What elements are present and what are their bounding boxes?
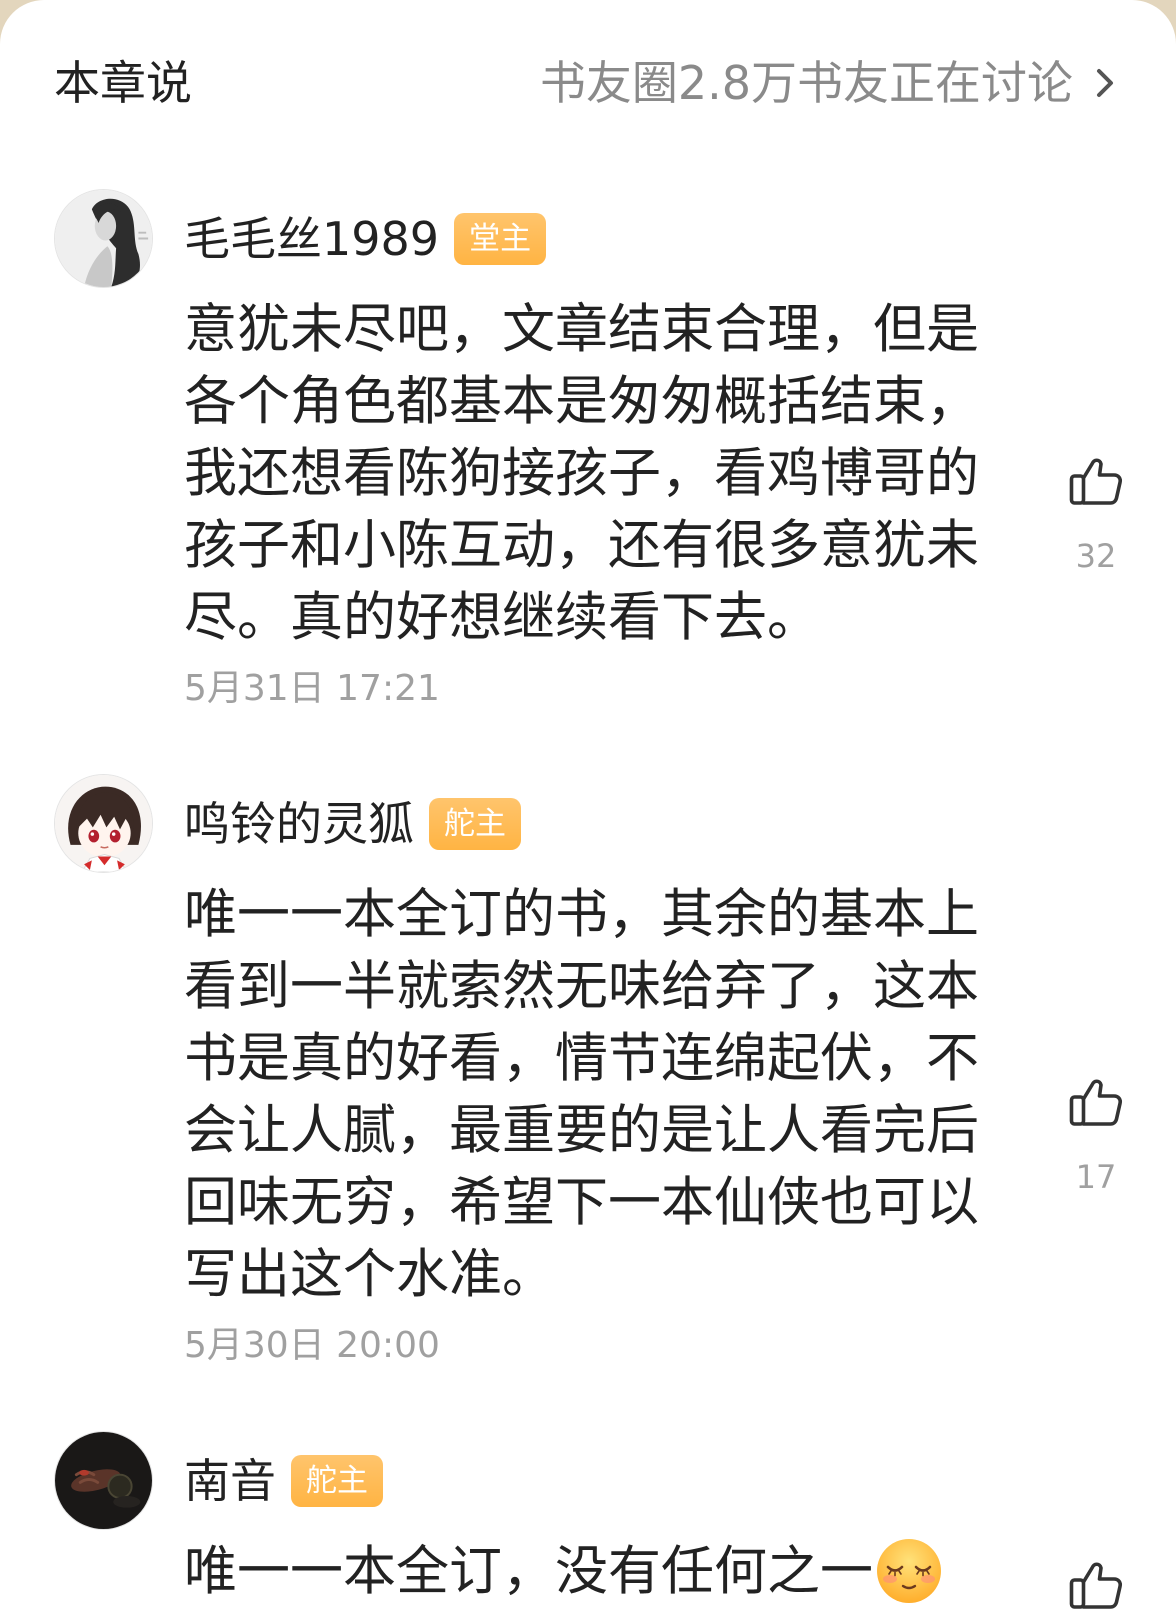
comment-text-line: 唯一一本全订，没有任何之一 xyxy=(184,1536,979,1608)
like-button[interactable]: 32 xyxy=(1056,294,1136,714)
chevron-right-icon xyxy=(1097,69,1113,97)
fan-rank-badge: 堂主 xyxy=(454,212,546,265)
avatar[interactable] xyxy=(54,189,153,288)
comment-body-row: 唯一一本全订，没有任何之一 xyxy=(184,1536,1136,1610)
username[interactable]: 毛毛丝1989 xyxy=(184,209,439,269)
fan-rank-badge: 舵主 xyxy=(291,1454,383,1507)
comment-user-row: 南音 舵主 xyxy=(184,1431,1136,1530)
comment-text-line: 我还想看陈狗接孩子，看鸡博哥的 xyxy=(184,443,979,504)
comment-panel: 本章说 书友圈2.8万书友正在讨论 毛毛丝1989 堂主 意犹未尽吧，文章结束合… xyxy=(0,0,1176,1617)
avatar[interactable] xyxy=(54,1431,153,1530)
comment-content[interactable]: 唯一一本全订，没有任何之一 xyxy=(184,1536,979,1610)
avatar-image xyxy=(55,775,152,872)
comment-item: 鸣铃的灵狐 舵主 唯一一本全订的书，其余的基本上 看到一半就索然无味给弃了，这本… xyxy=(0,774,1176,1371)
thumbs-up-icon xyxy=(1069,458,1123,505)
comment-text-line: 孩子和小陈互动，还有很多意犹未 xyxy=(184,515,979,576)
comment-item: 毛毛丝1989 堂主 意犹未尽吧，文章结束合理，但是 各个角色都基本是匆匆概括结… xyxy=(0,189,1176,714)
comment-body-row: 意犹未尽吧，文章结束合理，但是 各个角色都基本是匆匆概括结束， 我还想看陈狗接孩… xyxy=(184,294,1136,714)
like-button[interactable]: 17 xyxy=(1056,879,1136,1371)
comment-body-row: 唯一一本全订的书，其余的基本上 看到一半就索然无味给弃了，这本 书是真的好看，情… xyxy=(184,879,1136,1371)
like-count: 17 xyxy=(1075,1158,1117,1196)
thumbs-up-icon xyxy=(1069,1079,1123,1126)
comment-list: 毛毛丝1989 堂主 意犹未尽吧，文章结束合理，但是 各个角色都基本是匆匆概括结… xyxy=(0,116,1176,1610)
like-count: 32 xyxy=(1075,537,1117,575)
avatar-image xyxy=(55,1432,152,1529)
comment-text-line: 意犹未尽吧，文章结束合理，但是 xyxy=(184,299,979,360)
comment-user-row: 毛毛丝1989 堂主 xyxy=(184,189,1136,288)
comment-main: 毛毛丝1989 堂主 意犹未尽吧，文章结束合理，但是 各个角色都基本是匆匆概括结… xyxy=(184,189,1136,714)
comment-text-line: 唯一一本全订的书，其余的基本上 xyxy=(184,884,979,945)
comment-text-line: 书是真的好看，情节连绵起伏，不 xyxy=(184,1028,979,1089)
comment-date: 5月31日 17:21 xyxy=(184,668,440,709)
comment-content[interactable]: 唯一一本全订的书，其余的基本上 看到一半就索然无味给弃了，这本 书是真的好看，情… xyxy=(184,879,979,1371)
comment-text-line: 回味无穷，希望下一本仙侠也可以 xyxy=(184,1172,979,1233)
book-circle-link-label: 书友圈2.8万书友正在讨论 xyxy=(539,56,1073,110)
comment-main: 鸣铃的灵狐 舵主 唯一一本全订的书，其余的基本上 看到一半就索然无味给弃了，这本… xyxy=(184,774,1136,1371)
chapter-comments-header: 本章说 书友圈2.8万书友正在讨论 xyxy=(0,0,1176,116)
comment-text-line: 尽。真的好想继续看下去。 xyxy=(184,587,820,648)
comment-text-line: 看到一半就索然无味给弃了，这本 xyxy=(184,956,979,1017)
thumbs-up-icon xyxy=(1069,1562,1123,1609)
username[interactable]: 鸣铃的灵狐 xyxy=(184,794,414,854)
like-button[interactable] xyxy=(1056,1536,1136,1610)
comment-text: 唯一一本全订，没有任何之一 xyxy=(184,1541,873,1602)
username[interactable]: 南音 xyxy=(184,1451,276,1511)
comment-user-row: 鸣铃的灵狐 舵主 xyxy=(184,774,1136,873)
relieved-face-icon xyxy=(877,1539,941,1604)
section-title: 本章说 xyxy=(54,56,192,110)
avatar-image xyxy=(55,190,152,287)
book-circle-link[interactable]: 书友圈2.8万书友正在讨论 xyxy=(540,50,1115,116)
avatar[interactable] xyxy=(54,774,153,873)
comment-date: 5月30日 20:00 xyxy=(184,1325,440,1366)
comment-main: 南音 舵主 唯一一本全订，没有任何之一 xyxy=(184,1431,1136,1610)
fan-rank-badge: 舵主 xyxy=(429,797,521,850)
comment-text-line: 写出这个水准。 xyxy=(184,1244,555,1305)
comment-content[interactable]: 意犹未尽吧，文章结束合理，但是 各个角色都基本是匆匆概括结束， 我还想看陈狗接孩… xyxy=(184,294,979,714)
comment-text-line: 会让人腻，最重要的是让人看完后 xyxy=(184,1100,979,1161)
comment-text-line: 各个角色都基本是匆匆概括结束， xyxy=(184,371,979,432)
comment-item: 南音 舵主 唯一一本全订，没有任何之一 xyxy=(0,1431,1176,1610)
